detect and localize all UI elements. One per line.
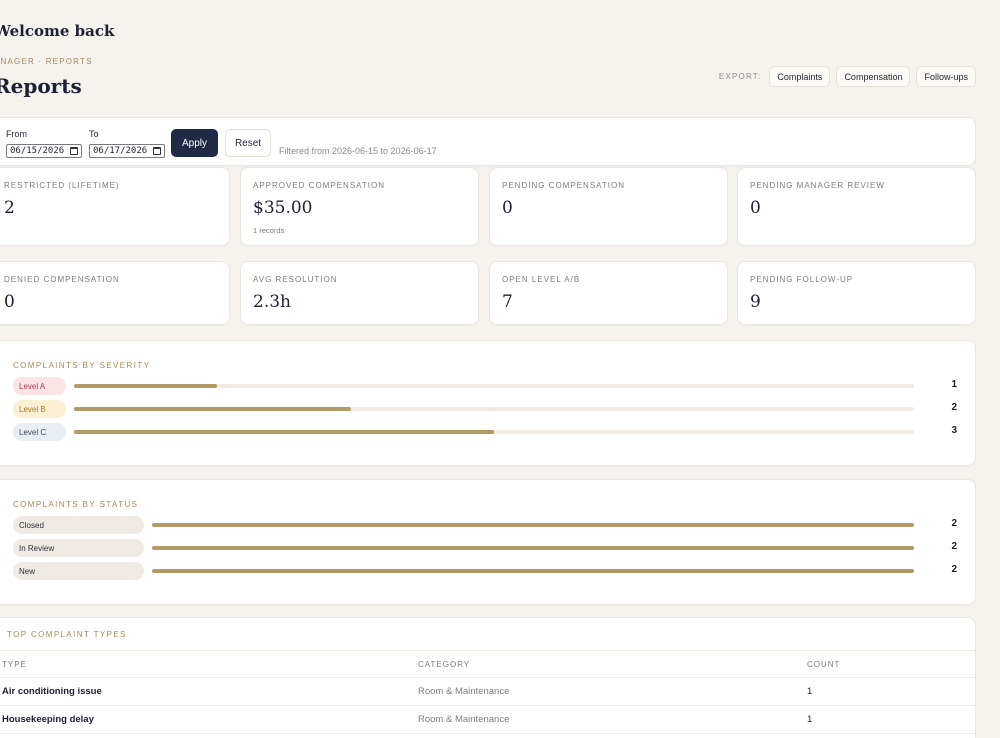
stat-card-approved-compensation: APPROVED COMPENSATION $35.00 1 records bbox=[240, 167, 479, 246]
status-pill: In Review bbox=[13, 539, 144, 557]
severity-bar-fill bbox=[74, 384, 217, 388]
from-date-value: 06/15/2026 bbox=[10, 146, 65, 156]
divider bbox=[0, 733, 975, 734]
calendar-icon[interactable] bbox=[153, 147, 161, 155]
severity-count: 2 bbox=[951, 402, 957, 413]
filter-panel: From 06/15/2026 To 06/17/2026 Apply Rese… bbox=[0, 117, 976, 166]
to-date-value: 06/17/2026 bbox=[93, 146, 148, 156]
stat-label: AVG RESOLUTION bbox=[253, 275, 338, 284]
stat-label: PENDING FOLLOW-UP bbox=[750, 275, 854, 284]
status-bar-track bbox=[152, 523, 914, 527]
status-count: 2 bbox=[951, 518, 957, 529]
status-panel: COMPLAINTS BY STATUS Closed 2 In Review 2 Ne… bbox=[0, 479, 976, 605]
calendar-icon[interactable] bbox=[70, 147, 78, 155]
stat-value: 0 bbox=[750, 198, 761, 218]
status-pill: Closed bbox=[13, 516, 144, 534]
status-bar-fill bbox=[152, 569, 914, 573]
divider bbox=[0, 705, 975, 706]
severity-bar-track bbox=[74, 430, 914, 434]
stat-value: 0 bbox=[502, 198, 513, 218]
stat-subtext: 1 records bbox=[253, 226, 285, 235]
severity-title: COMPLAINTS BY SEVERITY bbox=[13, 361, 151, 370]
stat-card-avg-resolution: AVG RESOLUTION 2.3h bbox=[240, 261, 479, 325]
export-label: EXPORT: bbox=[718, 72, 762, 81]
stat-card-pending-compensation: PENDING COMPENSATION 0 bbox=[489, 167, 728, 246]
column-header-count: COUNT bbox=[807, 660, 841, 669]
count-cell: 1 bbox=[807, 714, 813, 725]
stat-label: RESTRICTED (LIFETIME) bbox=[4, 181, 120, 190]
welcome-heading: Welcome back bbox=[0, 22, 115, 40]
status-count: 2 bbox=[951, 564, 957, 575]
divider bbox=[0, 677, 975, 678]
severity-bar-track bbox=[74, 384, 914, 388]
type-cell: Housekeeping delay bbox=[2, 714, 94, 725]
stat-card-restricted: RESTRICTED (LIFETIME) 2 bbox=[0, 167, 230, 246]
page-title: Reports bbox=[0, 74, 82, 98]
severity-pill: Level A bbox=[13, 377, 66, 395]
apply-button[interactable]: Apply bbox=[171, 129, 218, 157]
severity-bar-track bbox=[74, 407, 914, 411]
count-cell: 1 bbox=[807, 686, 813, 697]
export-complaints-button[interactable]: Complaints bbox=[769, 66, 831, 87]
filter-note: Filtered from 2026-06-15 to 2026-06-17 bbox=[279, 146, 437, 156]
severity-bar-fill bbox=[74, 407, 352, 411]
stat-value: $35.00 bbox=[253, 198, 313, 218]
stat-label: OPEN LEVEL A/B bbox=[502, 275, 581, 284]
from-date-input[interactable]: 06/15/2026 bbox=[6, 144, 82, 158]
status-row: New 2 bbox=[13, 562, 975, 580]
severity-panel: COMPLAINTS BY SEVERITY Level A 1 Level B2L… bbox=[0, 340, 976, 466]
status-title: COMPLAINTS BY STATUS bbox=[13, 500, 139, 509]
stat-value: 0 bbox=[4, 292, 15, 312]
export-bar: EXPORT: Complaints Compensation Follow-u… bbox=[719, 66, 976, 87]
stat-card-denied-compensation: DENIED COMPENSATION 0 bbox=[0, 261, 230, 325]
status-bar-fill bbox=[152, 546, 914, 550]
column-header-category: CATEGORY bbox=[418, 660, 471, 669]
status-bar-track bbox=[152, 569, 914, 573]
divider bbox=[0, 650, 975, 651]
stat-card-open-level-ab: OPEN LEVEL A/B 7 bbox=[489, 261, 728, 325]
severity-count: 3 bbox=[951, 425, 957, 436]
to-date-input[interactable]: 06/17/2026 bbox=[89, 144, 165, 158]
stat-card-pending-manager-review: PENDING MANAGER REVIEW 0 bbox=[737, 167, 976, 246]
to-label: To bbox=[89, 129, 99, 139]
severity-bar-fill bbox=[74, 430, 494, 434]
type-cell: Air conditioning issue bbox=[2, 686, 102, 697]
status-row: In Review 2 bbox=[13, 539, 975, 557]
status-count: 2 bbox=[951, 541, 957, 552]
stat-value: 2.3h bbox=[253, 292, 291, 312]
stat-value: 9 bbox=[750, 292, 761, 312]
reset-button[interactable]: Reset bbox=[225, 129, 271, 157]
severity-count: 1 bbox=[951, 379, 957, 390]
severity-row: Level C 3 bbox=[13, 423, 975, 441]
column-header-type: TYPE bbox=[2, 660, 27, 669]
category-cell: Room & Maintenance bbox=[418, 686, 510, 697]
top-types-panel: TOP COMPLAINT TYPES TYPE CATEGORY COUNT … bbox=[0, 617, 976, 738]
status-bar-fill bbox=[152, 523, 914, 527]
stat-label: APPROVED COMPENSATION bbox=[253, 181, 385, 190]
breadcrumb: ANAGER · REPORTS bbox=[0, 57, 93, 66]
export-compensation-button[interactable]: Compensation bbox=[836, 66, 911, 87]
stat-card-pending-follow-up: PENDING FOLLOW-UP 9 bbox=[737, 261, 976, 325]
status-pill: New bbox=[13, 562, 144, 580]
category-cell: Room & Maintenance bbox=[418, 714, 510, 725]
stat-value: 2 bbox=[4, 198, 15, 218]
stat-value: 7 bbox=[502, 292, 513, 312]
top-types-title: TOP COMPLAINT TYPES bbox=[7, 630, 127, 639]
stat-label: PENDING MANAGER REVIEW bbox=[750, 181, 885, 190]
status-row: Closed 2 bbox=[13, 516, 975, 534]
export-follow-ups-button[interactable]: Follow-ups bbox=[916, 66, 976, 87]
severity-row: Level B 2 bbox=[13, 400, 975, 418]
from-label: From bbox=[6, 129, 27, 139]
severity-pill: Level B bbox=[13, 400, 66, 418]
stat-label: PENDING COMPENSATION bbox=[502, 181, 625, 190]
status-bar-track bbox=[152, 546, 914, 550]
stat-label: DENIED COMPENSATION bbox=[4, 275, 120, 284]
severity-pill: Level C bbox=[13, 423, 66, 441]
severity-row: Level A 1 bbox=[13, 377, 975, 395]
